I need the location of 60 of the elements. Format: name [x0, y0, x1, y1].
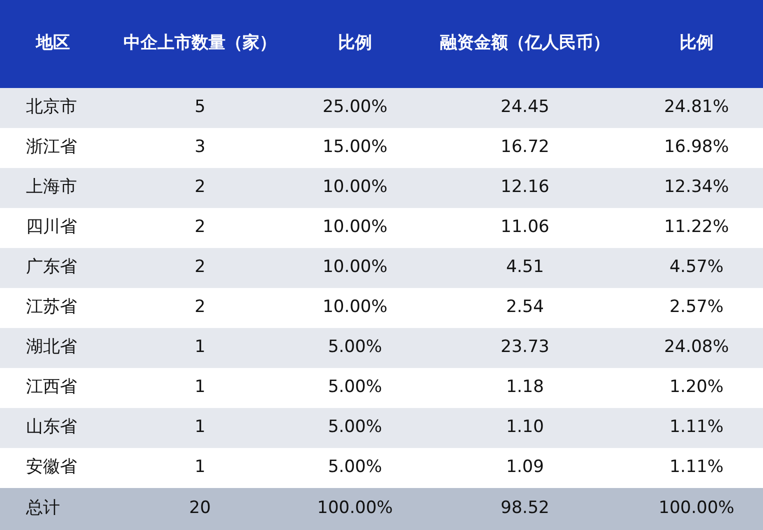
total-cell: 总计 — [0, 488, 110, 530]
table-cell: 11.22% — [630, 208, 763, 248]
total-cell: 98.52 — [420, 488, 630, 530]
table-cell: 11.06 — [420, 208, 630, 248]
total-cell: 20 — [110, 488, 290, 530]
table-cell: 1 — [110, 368, 290, 408]
column-header: 地区 — [0, 0, 110, 88]
column-header: 比例 — [630, 0, 763, 88]
table-cell: 江西省 — [0, 368, 110, 408]
table-cell: 安徽省 — [0, 448, 110, 488]
table-cell: 16.98% — [630, 128, 763, 168]
table-cell: 10.00% — [290, 288, 420, 328]
total-cell: 100.00% — [290, 488, 420, 530]
table-cell: 1.20% — [630, 368, 763, 408]
total-cell: 100.00% — [630, 488, 763, 530]
table-cell: 3 — [110, 128, 290, 168]
table-cell: 4.57% — [630, 248, 763, 288]
table-cell: 四川省 — [0, 208, 110, 248]
table-cell: 10.00% — [290, 168, 420, 208]
table-cell: 24.45 — [420, 88, 630, 128]
table-cell: 25.00% — [290, 88, 420, 128]
column-header: 中企上市数量（家） — [110, 0, 290, 88]
table-cell: 1.11% — [630, 448, 763, 488]
table-cell: 浙江省 — [0, 128, 110, 168]
table-cell: 24.81% — [630, 88, 763, 128]
column-header: 融资金额（亿人民币） — [420, 0, 630, 88]
table-cell: 广东省 — [0, 248, 110, 288]
table-cell: 5 — [110, 88, 290, 128]
table-cell: 1.09 — [420, 448, 630, 488]
table-cell: 2 — [110, 168, 290, 208]
table-cell: 5.00% — [290, 368, 420, 408]
table-cell: 2 — [110, 208, 290, 248]
table-cell: 5.00% — [290, 408, 420, 448]
table-cell: 2 — [110, 288, 290, 328]
table-cell: 2 — [110, 248, 290, 288]
table-cell: 12.16 — [420, 168, 630, 208]
table-cell: 1.18 — [420, 368, 630, 408]
table-cell: 15.00% — [290, 128, 420, 168]
column-header: 比例 — [290, 0, 420, 88]
table-cell: 湖北省 — [0, 328, 110, 368]
table-cell: 1 — [110, 408, 290, 448]
table-cell: 23.73 — [420, 328, 630, 368]
table-cell: 北京市 — [0, 88, 110, 128]
table-cell: 5.00% — [290, 328, 420, 368]
table-cell: 2.57% — [630, 288, 763, 328]
table-cell: 10.00% — [290, 208, 420, 248]
table-cell: 24.08% — [630, 328, 763, 368]
table-cell: 5.00% — [290, 448, 420, 488]
table-cell: 山东省 — [0, 408, 110, 448]
table-cell: 12.34% — [630, 168, 763, 208]
table-cell: 江苏省 — [0, 288, 110, 328]
table-cell: 16.72 — [420, 128, 630, 168]
table-cell: 4.51 — [420, 248, 630, 288]
table-cell: 1 — [110, 448, 290, 488]
table-cell: 2.54 — [420, 288, 630, 328]
table-cell: 上海市 — [0, 168, 110, 208]
table-cell: 10.00% — [290, 248, 420, 288]
table-cell: 1 — [110, 328, 290, 368]
table-cell: 1.10 — [420, 408, 630, 448]
table-cell: 1.11% — [630, 408, 763, 448]
